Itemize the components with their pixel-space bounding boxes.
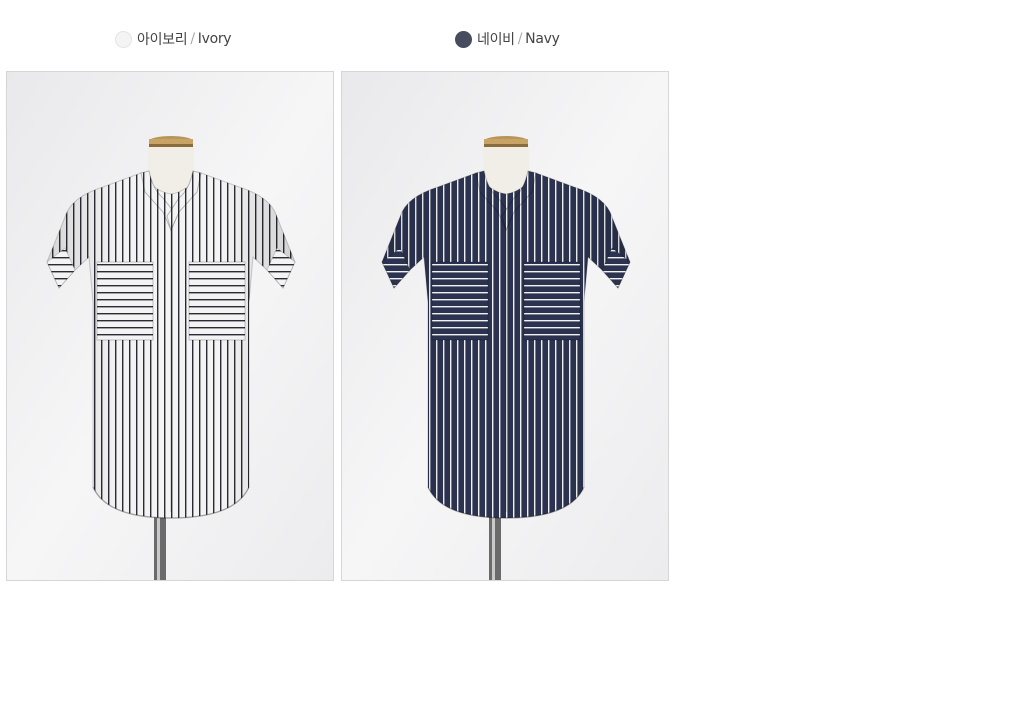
blouse-illustration-navy <box>342 72 668 580</box>
variant-name-ko: 네이비 <box>477 32 515 48</box>
variant-label-navy: 네이비 / Navy <box>455 29 560 49</box>
blouse-illustration-ivory <box>7 72 333 580</box>
color-swatch-navy <box>455 30 472 48</box>
separator: / <box>190 31 195 47</box>
variant-name-en: Ivory <box>197 31 232 47</box>
separator: / <box>517 31 523 47</box>
product-photo-navy <box>341 71 669 581</box>
variant-name-en: Navy <box>525 31 560 47</box>
product-photo-ivory <box>6 71 334 581</box>
variant-label-ivory: 아이보리 / Ivory <box>115 29 232 49</box>
color-swatch-ivory <box>115 30 132 48</box>
variant-name-ko: 아이보리 <box>137 32 188 48</box>
